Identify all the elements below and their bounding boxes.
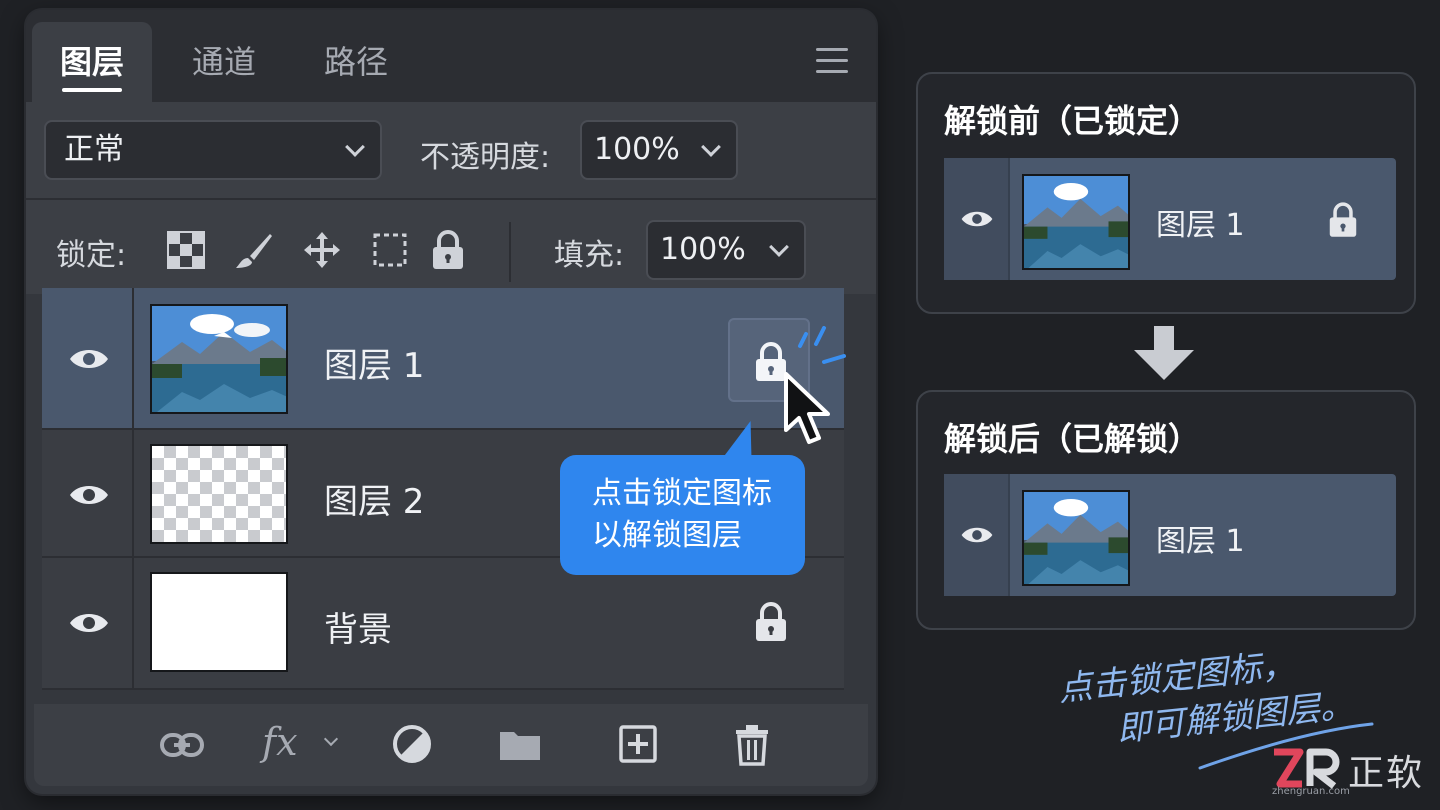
lock-all-icon[interactable] [430, 230, 466, 270]
opacity-label: 不透明度: [420, 140, 551, 175]
fill-label: 填充: [554, 238, 625, 273]
white-thumbnail [150, 572, 288, 672]
lock-transparent-pixels-icon[interactable] [166, 230, 206, 270]
panel-bottom-toolbar: fx [34, 704, 868, 786]
layer-row-background[interactable]: 背景 [42, 558, 844, 690]
brand-url: zhengruan.com [1272, 786, 1350, 797]
visibility-column [42, 558, 134, 688]
brush-icon[interactable] [234, 230, 274, 270]
move-icon[interactable] [302, 230, 342, 270]
eye-icon [961, 211, 993, 227]
tab-layers[interactable]: 图层 [32, 22, 153, 102]
before-layer-row: 图层 1 [944, 158, 1396, 280]
visibility-column [944, 158, 1010, 280]
layer-thumbnail [1022, 174, 1130, 270]
panel-menu-icon[interactable] [816, 48, 848, 74]
fill-dropdown[interactable]: 100% [646, 220, 806, 280]
artboard-icon[interactable] [370, 230, 410, 270]
eye-icon [961, 527, 993, 543]
panel-tabs: 图层 通道 路径 [26, 10, 876, 102]
lock-label: 锁定: [56, 238, 127, 273]
fill-value: 100% [660, 232, 746, 267]
layer-name: 图层 1 [1156, 524, 1245, 559]
unlock-tooltip: 点击锁定图标 以解锁图层 [560, 455, 805, 575]
layer-name: 背景 [324, 610, 392, 650]
layer-name: 图层 1 [324, 346, 425, 386]
layers-panel: 图层 通道 路径 正常 不透明度: 100% 锁定: 填充: 100% 图层 1… [26, 10, 876, 794]
click-spark-icon [798, 326, 846, 364]
brand-name: 正软 [1348, 753, 1425, 794]
trash-icon[interactable] [734, 724, 770, 766]
landscape-thumbnail-image [1024, 492, 1128, 584]
eye-icon[interactable] [68, 482, 110, 508]
layer-name: 图层 1 [1156, 208, 1245, 243]
visibility-column [42, 288, 134, 428]
landscape-thumbnail-image [152, 306, 286, 412]
lock-icon [1329, 202, 1357, 237]
new-layer-icon[interactable] [618, 724, 658, 764]
eye-icon[interactable] [68, 346, 110, 372]
layer-row-1[interactable]: 图层 1 [42, 288, 844, 430]
adjustment-layer-icon[interactable] [392, 724, 432, 764]
tab-paths[interactable]: 路径 [296, 22, 416, 102]
after-layer-row: 图层 1 [944, 474, 1396, 596]
lock-options-row: 锁定: 填充: 100% [26, 198, 876, 294]
tooltip-line-1: 点击锁定图标 [592, 476, 772, 511]
link-icon[interactable] [160, 732, 204, 758]
after-unlock-card: 解锁后（已解锁） 图层 1 [916, 390, 1416, 630]
blend-mode-value: 正常 [64, 132, 124, 167]
landscape-thumbnail-image [1024, 176, 1128, 268]
chevron-down-icon[interactable] [323, 731, 339, 747]
opacity-dropdown[interactable]: 100% [580, 120, 738, 180]
after-card-title: 解锁后（已解锁） [944, 420, 1201, 458]
blend-options-row: 正常 不透明度: 100% [26, 102, 876, 198]
before-card-title: 解锁前（已锁定） [944, 102, 1201, 140]
layer-name: 图层 2 [324, 482, 425, 522]
visibility-column [42, 430, 134, 556]
tab-channels[interactable]: 通道 [164, 22, 284, 102]
mouse-cursor-icon [784, 372, 830, 444]
chevron-down-icon [701, 137, 721, 157]
visibility-column [944, 474, 1010, 596]
blend-mode-dropdown[interactable]: 正常 [44, 120, 382, 180]
layer-thumbnail [150, 304, 288, 414]
fx-icon[interactable]: fx [262, 720, 298, 764]
layer-thumbnail [1022, 490, 1130, 586]
tooltip-line-2: 以解锁图层 [592, 518, 742, 553]
before-unlock-card: 解锁前（已锁定） 图层 1 [916, 72, 1416, 314]
lock-icon[interactable] [754, 602, 788, 642]
chevron-down-icon [769, 237, 789, 257]
opacity-value: 100% [594, 132, 680, 167]
eye-icon[interactable] [68, 610, 110, 636]
folder-icon[interactable] [498, 726, 542, 762]
brand-watermark: 正软 zhengruan.com [1270, 742, 1430, 798]
arrow-down-icon [1134, 326, 1194, 380]
transparent-thumbnail [150, 444, 288, 544]
chevron-down-icon [345, 137, 365, 157]
lock-divider [509, 222, 511, 282]
